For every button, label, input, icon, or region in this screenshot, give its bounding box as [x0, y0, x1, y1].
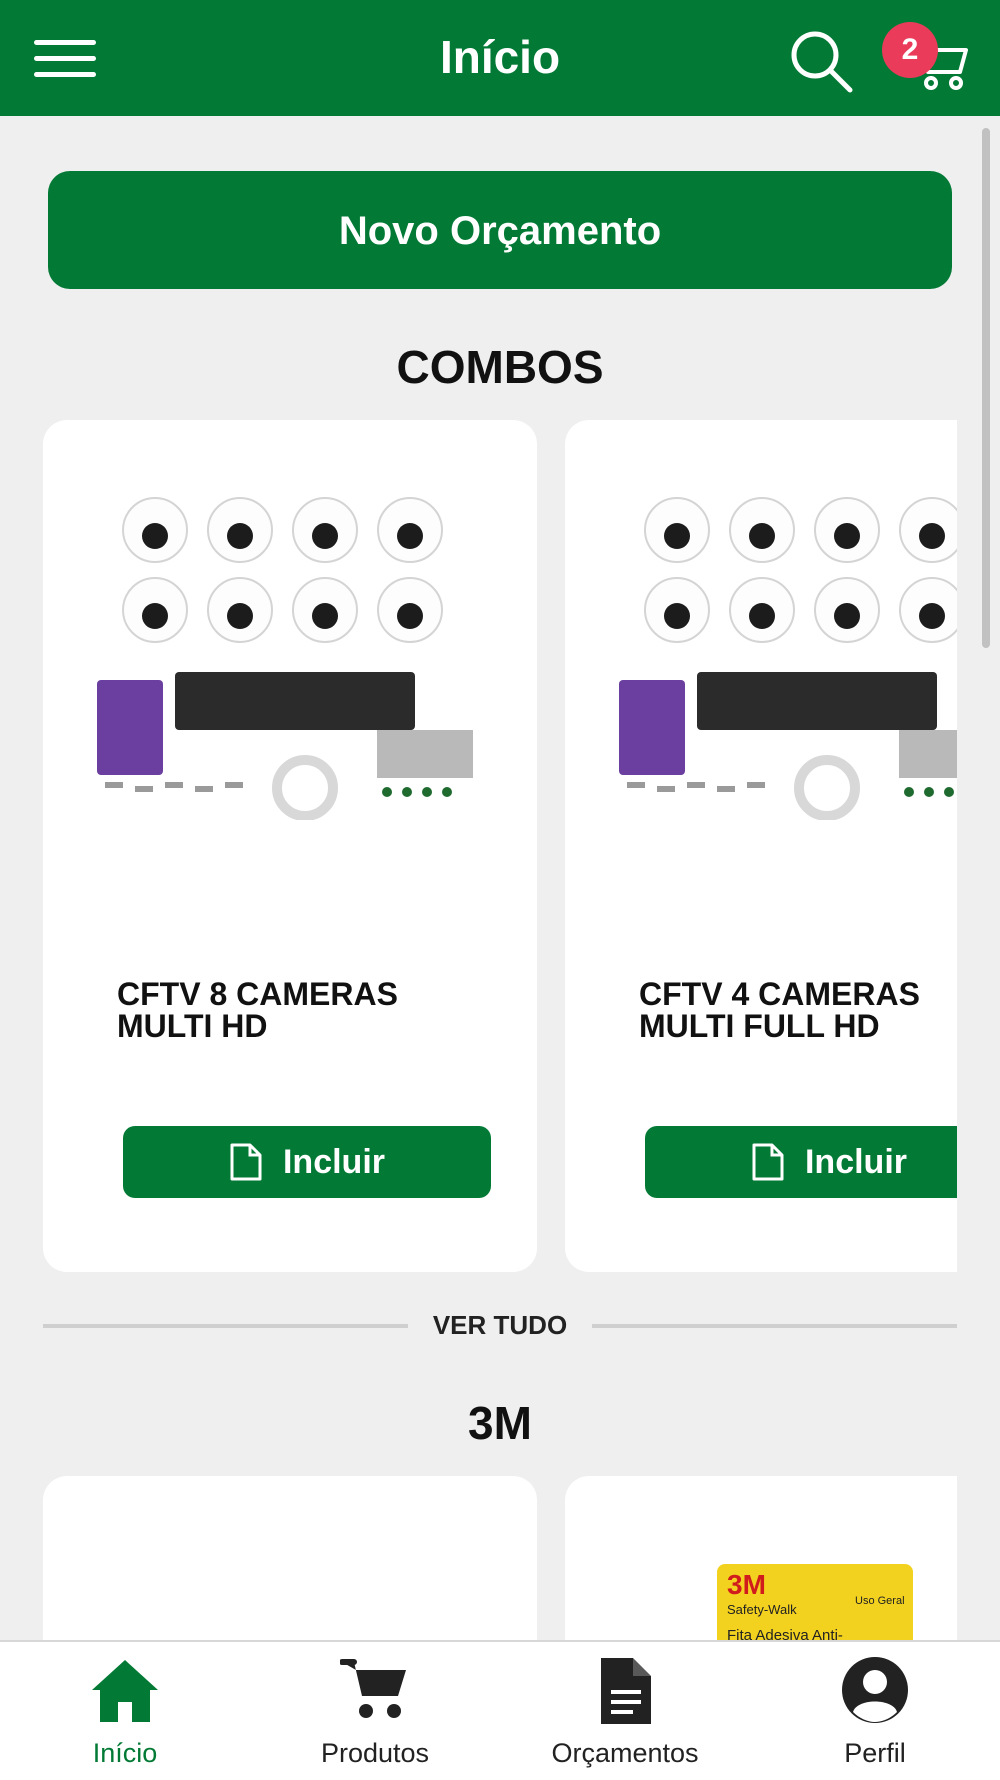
nav-item-perfil[interactable]: Perfil — [750, 1642, 1000, 1780]
section-title-3m: 3M — [468, 1397, 532, 1449]
svg-text:Uso Geral: Uso Geral — [855, 1595, 905, 1607]
document-icon — [601, 1658, 651, 1724]
home-icon — [92, 1660, 158, 1722]
include-button[interactable]: Incluir — [123, 1126, 491, 1198]
new-quote-button[interactable]: Novo Orçamento — [48, 171, 952, 289]
product-card[interactable]: 3M Safety-Walk Uso Geral Fita Adesiva An… — [565, 1476, 957, 1640]
see-all-link[interactable]: VER TUDO — [43, 1310, 957, 1341]
brand-logo: 3M — [727, 1569, 766, 1600]
nav-item-orcamentos[interactable]: Orçamentos — [500, 1642, 750, 1780]
product-card[interactable]: CFTV 8 CAMERAS MULTI HD Incluir — [43, 420, 537, 1272]
product-card[interactable] — [43, 1476, 537, 1640]
section-title-combos: COMBOS — [396, 341, 604, 393]
cart-count-badge: 2 — [882, 22, 938, 78]
cart-icon — [340, 1659, 406, 1718]
nav-label: Perfil — [844, 1738, 906, 1768]
include-button-label: Incluir — [282, 1142, 386, 1181]
combos-carousel[interactable]: CFTV 8 CAMERAS MULTI HD Incluir CFTV 4 C… — [43, 420, 957, 1272]
document-icon — [752, 1143, 784, 1181]
bottom-navigation: Início Produtos Orçamentos Perfil — [0, 1640, 1000, 1780]
3m-carousel[interactable]: 3M Safety-Walk Uso Geral Fita Adesiva An… — [43, 1476, 957, 1640]
nav-item-produtos[interactable]: Produtos — [250, 1642, 500, 1780]
svg-text:Fita Adesiva Anti-: Fita Adesiva Anti- — [727, 1627, 843, 1640]
see-all-divider[interactable]: VER TUDO — [43, 1306, 957, 1346]
search-icon[interactable] — [788, 28, 854, 94]
nav-item-inicio[interactable]: Início — [0, 1642, 250, 1780]
product-name: CFTV 8 CAMERAS MULTI HD — [117, 976, 398, 1044]
user-icon — [842, 1657, 908, 1723]
nav-label: Produtos — [320, 1738, 430, 1768]
document-icon — [230, 1143, 262, 1181]
include-button-label: Incluir — [804, 1142, 908, 1181]
product-name: CFTV 4 CAMERAS MULTI FULL HD — [639, 976, 920, 1044]
product-image — [619, 497, 957, 820]
nav-label: Início — [92, 1738, 158, 1768]
include-button[interactable]: Incluir — [645, 1126, 957, 1198]
product-image: 3M Safety-Walk Uso Geral Fita Adesiva An… — [717, 1564, 913, 1640]
product-card[interactable]: CFTV 4 CAMERAS MULTI FULL HD Incluir — [565, 420, 957, 1272]
top-app-bar: Início 2 — [0, 0, 1000, 116]
svg-text:Safety-Walk: Safety-Walk — [727, 1602, 797, 1617]
product-image — [97, 497, 473, 820]
nav-label: Orçamentos — [551, 1738, 699, 1768]
